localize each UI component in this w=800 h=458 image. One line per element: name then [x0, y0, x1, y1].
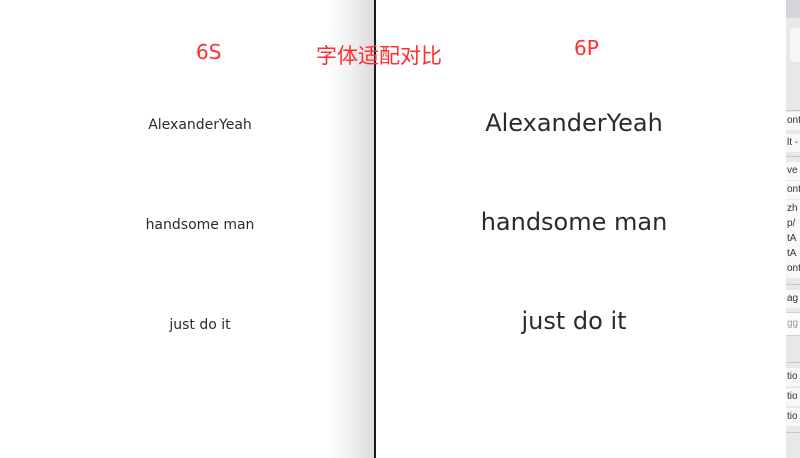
ide-separator — [786, 284, 800, 285]
ide-row[interactable]: ve — [786, 162, 800, 180]
ide-text-field[interactable]: gg — [786, 312, 800, 336]
ide-separator — [786, 110, 800, 111]
ide-row[interactable]: ag — [786, 290, 800, 308]
device-label-6p: 6P — [574, 36, 599, 60]
comparison-title: 字体适配对比 — [316, 44, 442, 68]
ide-row[interactable]: ont — [786, 112, 800, 130]
ide-separator — [786, 362, 800, 363]
ide-separator — [786, 156, 800, 157]
6s-text-line-1: AlexanderYeah — [148, 117, 252, 133]
ide-row[interactable]: tio — [786, 408, 800, 426]
6p-text-line-2: handsome man — [480, 208, 668, 236]
ide-field-placeholder: gg — [787, 318, 799, 329]
ide-side-panel: ont lt - ve ont zh p/ tA tA ont ag gg ti… — [786, 0, 800, 458]
ide-row[interactable]: lt - — [786, 134, 800, 152]
6p-text-line-3: just do it — [521, 307, 627, 335]
ide-separator — [786, 432, 800, 433]
ide-row[interactable]: tio — [786, 388, 800, 406]
6s-text-line-3: just do it — [169, 317, 231, 333]
6p-text-line-1: AlexanderYeah — [485, 109, 663, 137]
ide-row[interactable]: ont — [786, 181, 800, 199]
ide-row[interactable]: ont — [786, 260, 800, 278]
device-label-6s: 6S — [196, 40, 222, 64]
ide-row[interactable]: tio — [786, 368, 800, 386]
6s-text-line-2: handsome man — [145, 217, 255, 233]
ide-toolbar — [786, 0, 800, 18]
ide-scroll-thumb[interactable] — [790, 28, 800, 62]
